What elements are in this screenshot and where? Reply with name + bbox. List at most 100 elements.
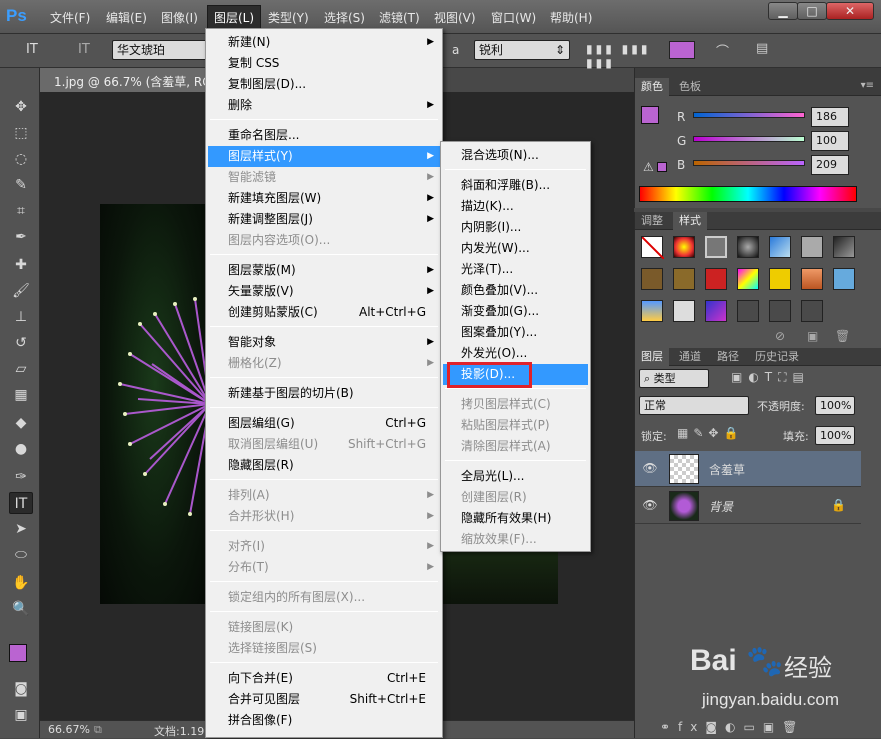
- style-swatch[interactable]: [673, 268, 695, 290]
- move-tool-icon[interactable]: ✥: [9, 96, 33, 118]
- menu-file[interactable]: 文件(F): [50, 9, 90, 26]
- stamp-tool-icon[interactable]: ⊥: [9, 306, 33, 328]
- tab-swatches[interactable]: 色板: [673, 78, 707, 96]
- close-button[interactable]: ✕: [826, 2, 874, 20]
- brush-tool-icon[interactable]: 🖌: [9, 280, 33, 302]
- lock-icons[interactable]: ▦✎✥🔒: [677, 426, 743, 440]
- eye-icon[interactable]: 👁: [641, 498, 659, 512]
- menu-type[interactable]: 类型(Y): [268, 9, 309, 26]
- zoom-level[interactable]: 66.67%: [48, 723, 90, 736]
- tab-adjustments[interactable]: 调整: [635, 212, 669, 230]
- tab-paths[interactable]: 路径: [711, 348, 745, 366]
- panel-menu-icon[interactable]: ▾≡: [861, 80, 874, 91]
- channel-b-slider[interactable]: [693, 160, 805, 166]
- panel-collapse-bar[interactable]: [634, 68, 881, 78]
- history-brush-tool-icon[interactable]: ↺: [9, 332, 33, 354]
- blend-mode-select[interactable]: 正常: [639, 396, 749, 415]
- minimize-button[interactable]: ▁: [768, 2, 798, 20]
- style-swatch[interactable]: [641, 268, 663, 290]
- screen-mode-icon[interactable]: ▣: [9, 704, 33, 726]
- document-tab[interactable]: 1.jpg @ 66.7% (含羞草, RGB: [40, 68, 220, 92]
- marquee-tool-icon[interactable]: ⬚: [9, 122, 33, 144]
- gradient-tool-icon[interactable]: ▦: [9, 384, 33, 406]
- layer-row[interactable]: 👁 含羞草: [635, 451, 861, 487]
- style-swatch[interactable]: [737, 268, 759, 290]
- style-swatch[interactable]: [641, 300, 663, 322]
- menu-item[interactable]: 隐藏图层(R): [208, 455, 440, 476]
- menu-item[interactable]: 合并可见图层 Shift+Ctrl+E: [208, 689, 440, 710]
- submenu-item[interactable]: 描边(K)...: [443, 196, 588, 217]
- restore-button[interactable]: □: [797, 2, 827, 20]
- style-swatch[interactable]: [705, 236, 727, 258]
- tab-history[interactable]: 历史记录: [749, 348, 805, 366]
- menu-item[interactable]: 新建(N) ▶: [208, 32, 440, 53]
- layer-row[interactable]: 👁 背景 🔒: [635, 488, 861, 524]
- style-swatch[interactable]: [705, 268, 727, 290]
- crop-tool-icon[interactable]: ⌗: [9, 200, 33, 222]
- submenu-item[interactable]: 光泽(T)...: [443, 259, 588, 280]
- channel-g-slider[interactable]: [693, 136, 805, 142]
- menu-help[interactable]: 帮助(H): [550, 9, 592, 26]
- healing-brush-tool-icon[interactable]: ✚: [9, 254, 33, 276]
- menu-item[interactable]: 创建剪贴蒙版(C) Alt+Ctrl+G: [208, 302, 440, 323]
- filter-icons[interactable]: ▣◐T⛶▤: [731, 370, 810, 385]
- quick-select-tool-icon[interactable]: ✎: [9, 174, 33, 196]
- layer-name[interactable]: 背景: [709, 498, 733, 515]
- text-color-swatch[interactable]: [669, 41, 695, 59]
- blur-tool-icon[interactable]: ◆: [9, 412, 33, 434]
- warp-text-icon[interactable]: ⌒: [716, 41, 729, 60]
- menu-item[interactable]: 图层编组(G) Ctrl+G: [208, 413, 440, 434]
- pen-tool-icon[interactable]: ✑: [9, 466, 33, 488]
- menu-item[interactable]: 图层蒙版(M) ▶: [208, 260, 440, 281]
- style-swatch[interactable]: [769, 300, 791, 322]
- style-swatch[interactable]: [801, 300, 823, 322]
- lasso-tool-icon[interactable]: ◌: [9, 148, 33, 170]
- menu-item[interactable]: 图层样式(Y) ▶: [208, 146, 440, 167]
- style-swatch[interactable]: [769, 236, 791, 258]
- type-orientation-icon[interactable]: IT: [78, 42, 90, 57]
- tab-channels[interactable]: 通道: [673, 348, 707, 366]
- menu-item[interactable]: 重命名图层...: [208, 125, 440, 146]
- channel-r-value[interactable]: 186: [811, 107, 849, 127]
- opacity-input[interactable]: 100%: [815, 396, 855, 415]
- submenu-item[interactable]: 隐藏所有效果(H): [443, 508, 588, 529]
- menu-item[interactable]: 复制图层(D)...: [208, 74, 440, 95]
- eyedropper-tool-icon[interactable]: ✒: [9, 226, 33, 248]
- submenu-item[interactable]: 颜色叠加(V)...: [443, 280, 588, 301]
- menu-item[interactable]: 复制 CSS: [208, 53, 440, 74]
- style-swatch[interactable]: [705, 300, 727, 322]
- menu-item[interactable]: 向下合并(E) Ctrl+E: [208, 668, 440, 689]
- warning-icon[interactable]: ⚠: [643, 160, 654, 174]
- style-swatch[interactable]: [833, 268, 855, 290]
- menu-layer[interactable]: 图层(L): [207, 5, 262, 29]
- eye-icon[interactable]: 👁: [641, 461, 659, 475]
- tab-styles[interactable]: 样式: [673, 212, 707, 230]
- ellipse-tool-icon[interactable]: ⬭: [9, 544, 33, 566]
- submenu-item[interactable]: 内发光(W)...: [443, 238, 588, 259]
- menu-item[interactable]: 矢量蒙版(V) ▶: [208, 281, 440, 302]
- type-tool-icon[interactable]: IT: [9, 492, 33, 514]
- menu-image[interactable]: 图像(I): [161, 9, 198, 26]
- color-spectrum[interactable]: [639, 186, 857, 202]
- submenu-item[interactable]: 斜面和浮雕(B)...: [443, 175, 588, 196]
- submenu-item[interactable]: 全局光(L)...: [443, 466, 588, 487]
- style-swatch[interactable]: [801, 236, 823, 258]
- style-swatch[interactable]: [737, 236, 759, 258]
- menu-filter[interactable]: 滤镜(T): [379, 9, 420, 26]
- character-panel-icon[interactable]: ▤: [756, 41, 768, 56]
- layer-name[interactable]: 含羞草: [709, 461, 745, 478]
- menu-item[interactable]: 智能对象 ▶: [208, 332, 440, 353]
- antialias-select[interactable]: 锐利 ⇕: [474, 40, 570, 60]
- menu-item[interactable]: 新建调整图层(J) ▶: [208, 209, 440, 230]
- font-family-select[interactable]: 华文琥珀: [112, 40, 208, 60]
- tab-color[interactable]: 颜色: [635, 78, 669, 96]
- style-swatch[interactable]: [801, 268, 823, 290]
- style-swatch[interactable]: [833, 236, 855, 258]
- fill-input[interactable]: 100%: [815, 426, 855, 445]
- foreground-color-swatch[interactable]: [9, 644, 27, 662]
- menu-select[interactable]: 选择(S): [324, 9, 365, 26]
- menu-item[interactable]: 新建基于图层的切片(B): [208, 383, 440, 404]
- menu-view[interactable]: 视图(V): [434, 9, 476, 26]
- zoom-tool-icon[interactable]: 🔍: [9, 598, 33, 620]
- tab-layers[interactable]: 图层: [635, 348, 669, 366]
